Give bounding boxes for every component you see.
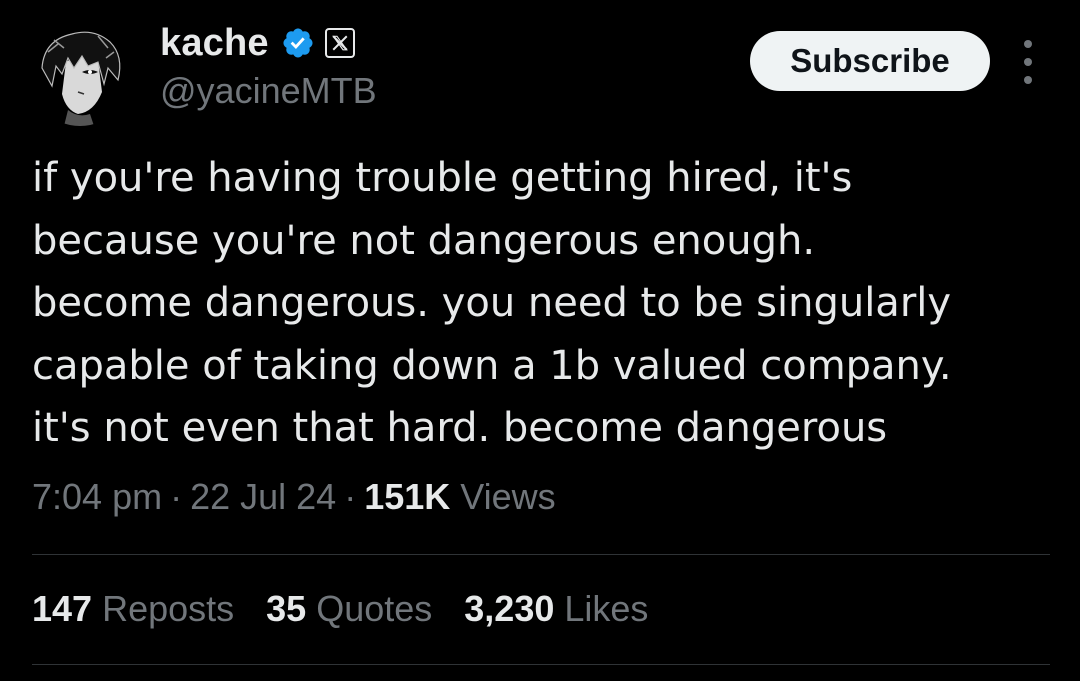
tweet-text-line: because you're not dangerous enough. [32, 217, 816, 264]
quotes-stat[interactable]: 35 Quotes [266, 588, 432, 630]
likes-label: Likes [564, 588, 649, 629]
tweet-time[interactable]: 7:04 pm [32, 476, 162, 517]
meta-separator: · [170, 476, 183, 517]
reposts-count: 147 [32, 588, 93, 629]
display-name[interactable]: kache [160, 22, 269, 65]
views-count: 151K [364, 476, 451, 517]
tweet-detail: kache @yacineMTB Subscribe if you're hav… [0, 0, 1080, 681]
tweet-text: if you're having trouble getting hired, … [32, 147, 1052, 460]
author-handle[interactable]: @yacineMTB [160, 70, 377, 112]
reposts-stat[interactable]: 147 Reposts [32, 588, 234, 630]
author-name-row: kache [160, 20, 355, 66]
likes-stat[interactable]: 3,230 Likes [464, 588, 648, 630]
likes-count: 3,230 [464, 588, 555, 629]
reposts-label: Reposts [102, 588, 235, 629]
views-label: Views [460, 476, 556, 517]
engagement-stats: 147 Reposts 35 Quotes 3,230 Likes [32, 588, 680, 630]
more-dot [1024, 40, 1032, 48]
anime-avatar-icon [28, 22, 132, 126]
more-dot [1024, 76, 1032, 84]
tweet-date[interactable]: 22 Jul 24 [190, 476, 336, 517]
divider [32, 554, 1050, 555]
tweet-text-line: capable of taking down a 1b valued compa… [32, 342, 952, 389]
more-vertical-icon[interactable] [1016, 40, 1040, 84]
quotes-label: Quotes [316, 588, 433, 629]
subscribe-button[interactable]: Subscribe [750, 31, 990, 91]
tweet-text-line: it's not even that hard. become dangerou… [32, 405, 888, 451]
x-logo-icon[interactable] [324, 28, 355, 58]
more-dot [1024, 58, 1032, 66]
quotes-count: 35 [266, 588, 307, 629]
avatar[interactable] [28, 22, 132, 126]
tweet-meta: 7:04 pm · 22 Jul 24 · 151K Views [32, 476, 556, 518]
divider [32, 664, 1050, 665]
meta-separator: · [344, 476, 357, 517]
tweet-text-line: if you're having trouble getting hired, … [32, 155, 853, 201]
verified-badge-icon[interactable] [281, 26, 315, 60]
tweet-text-line: become dangerous. you need to be singula… [32, 280, 952, 326]
